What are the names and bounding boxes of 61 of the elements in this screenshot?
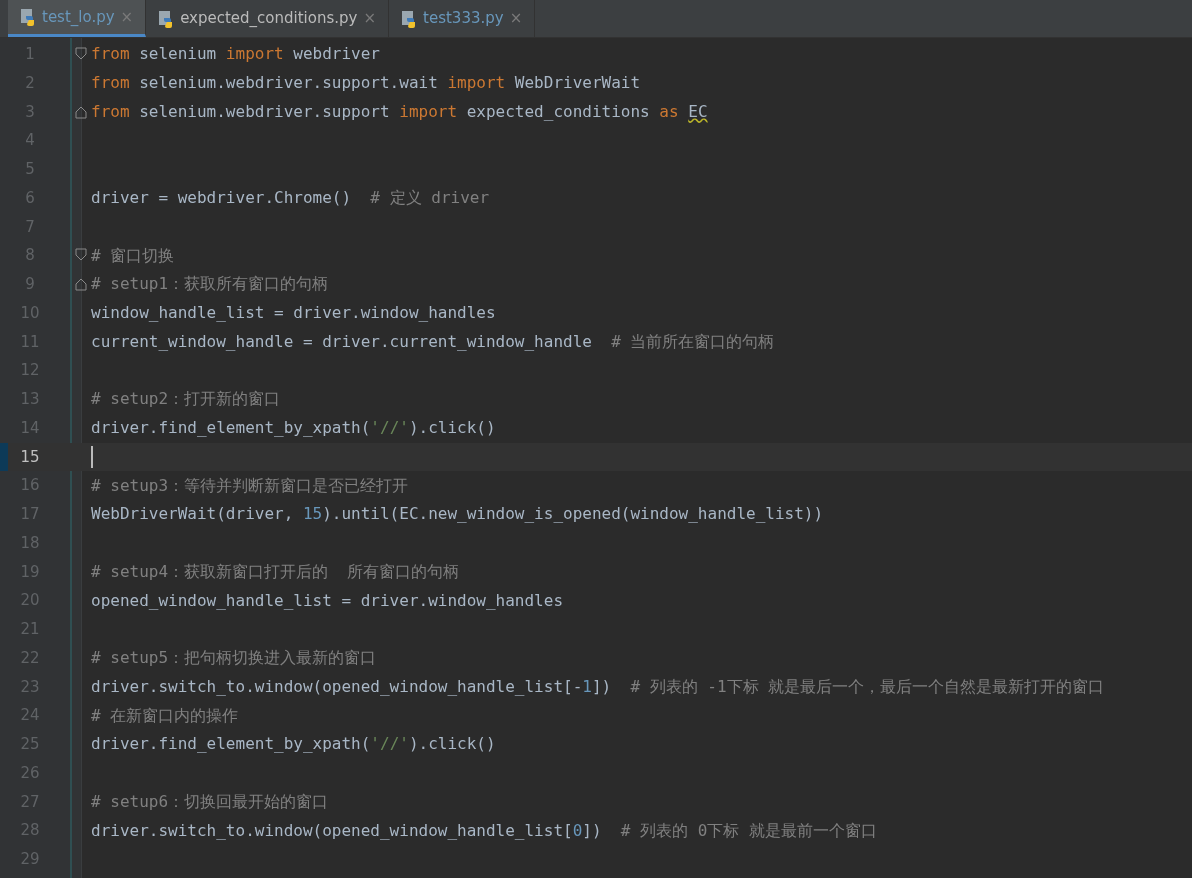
code-text: WebDriverWait(driver,: [91, 503, 295, 526]
code-text: window_handle_list = driver.window_handles: [91, 302, 496, 325]
python-file-icon: [401, 9, 418, 28]
code-text: ).until(EC.new_window_is_opened(window_handle_list)): [322, 503, 824, 526]
string-literal: '//': [370, 733, 409, 756]
code-comment: # 列表的 0下标 就是最前一个窗口: [620, 819, 877, 842]
code-text: ]): [591, 675, 613, 698]
keyword: from: [91, 100, 130, 123]
fold-marker-icon[interactable]: [75, 47, 87, 60]
code-text: driver = webdriver.Chrome(): [91, 187, 353, 210]
fold-marker-icon[interactable]: [75, 278, 87, 291]
code-text: EC: [688, 100, 708, 123]
close-icon[interactable]: ×: [363, 7, 377, 30]
code-text: expected_conditions: [465, 100, 651, 123]
code-text: driver.find_element_by_xpath(: [91, 733, 371, 756]
close-icon[interactable]: ×: [509, 7, 523, 30]
code-comment: # 在新窗口内的操作: [91, 704, 239, 727]
keyword: import: [399, 100, 458, 123]
code-comment: # setup2：打开新的窗口: [91, 388, 281, 411]
code-text: WebDriverWait: [513, 72, 641, 95]
code-comment: # 列表的 -1下标 就是最后一个，最后一个自然是最新打开的窗口: [630, 675, 1105, 698]
tab-label: test333.py: [423, 8, 504, 30]
keyword: as: [659, 100, 680, 123]
code-text: ).click(): [408, 417, 496, 440]
keyword: from: [91, 72, 130, 95]
code-comment: # setup1：获取所有窗口的句柄: [91, 273, 329, 296]
text-cursor: [91, 445, 93, 468]
code-comment: # setup3：等待并判断新窗口是否已经打开: [91, 474, 409, 497]
code-text: opened_window_handle_list = driver.window_handles: [91, 589, 563, 612]
keyword: import: [225, 43, 284, 66]
number-literal: 1: [582, 675, 592, 698]
code-text: selenium.webdriver.support: [138, 100, 391, 123]
code-text: driver.switch_to.window(opened_window_handle_list[-: [91, 675, 583, 698]
code-comment: # 定义 driver: [370, 187, 490, 210]
code-text: driver.find_element_by_xpath(: [91, 417, 371, 440]
fold-marker-icon[interactable]: [75, 105, 87, 119]
code-text: selenium.webdriver.support.wait: [138, 72, 439, 95]
fold-marker-icon[interactable]: [75, 248, 87, 262]
code-text: ]): [582, 819, 603, 842]
number-literal: 15: [302, 503, 323, 526]
line-number: 15: [19, 446, 41, 468]
python-file-icon: [158, 9, 175, 28]
keyword: import: [447, 72, 506, 95]
editor-tab[interactable]: test_lo.py ×: [8, 0, 147, 37]
code-text: selenium: [138, 43, 218, 66]
code-text: webdriver: [292, 43, 380, 66]
code-text: driver.switch_to.window(opened_window_handle_list[: [91, 819, 573, 842]
number-literal: 0: [572, 819, 583, 842]
code-comment: # setup4：获取新窗口打开后的 所有窗口的句柄: [91, 560, 460, 583]
close-icon[interactable]: ×: [120, 5, 134, 29]
code-comment: # 当前所在窗口的句柄: [611, 330, 775, 353]
python-file-icon: [20, 8, 36, 26]
code-comment: # setup5：把句柄切换进入最新的窗口: [91, 647, 377, 670]
code-text: ).click(): [408, 733, 496, 756]
tab-label: expected_conditions.py: [180, 8, 358, 30]
code-comment: # 窗口切换: [91, 244, 175, 267]
keyword: from: [91, 43, 130, 66]
string-literal: '//': [370, 417, 409, 440]
tab-label: test_lo.py: [42, 6, 115, 28]
code-text: current_window_handle = driver.current_window_handle: [91, 330, 593, 353]
code-comment: # setup6：切换回最开始的窗口: [91, 790, 329, 813]
